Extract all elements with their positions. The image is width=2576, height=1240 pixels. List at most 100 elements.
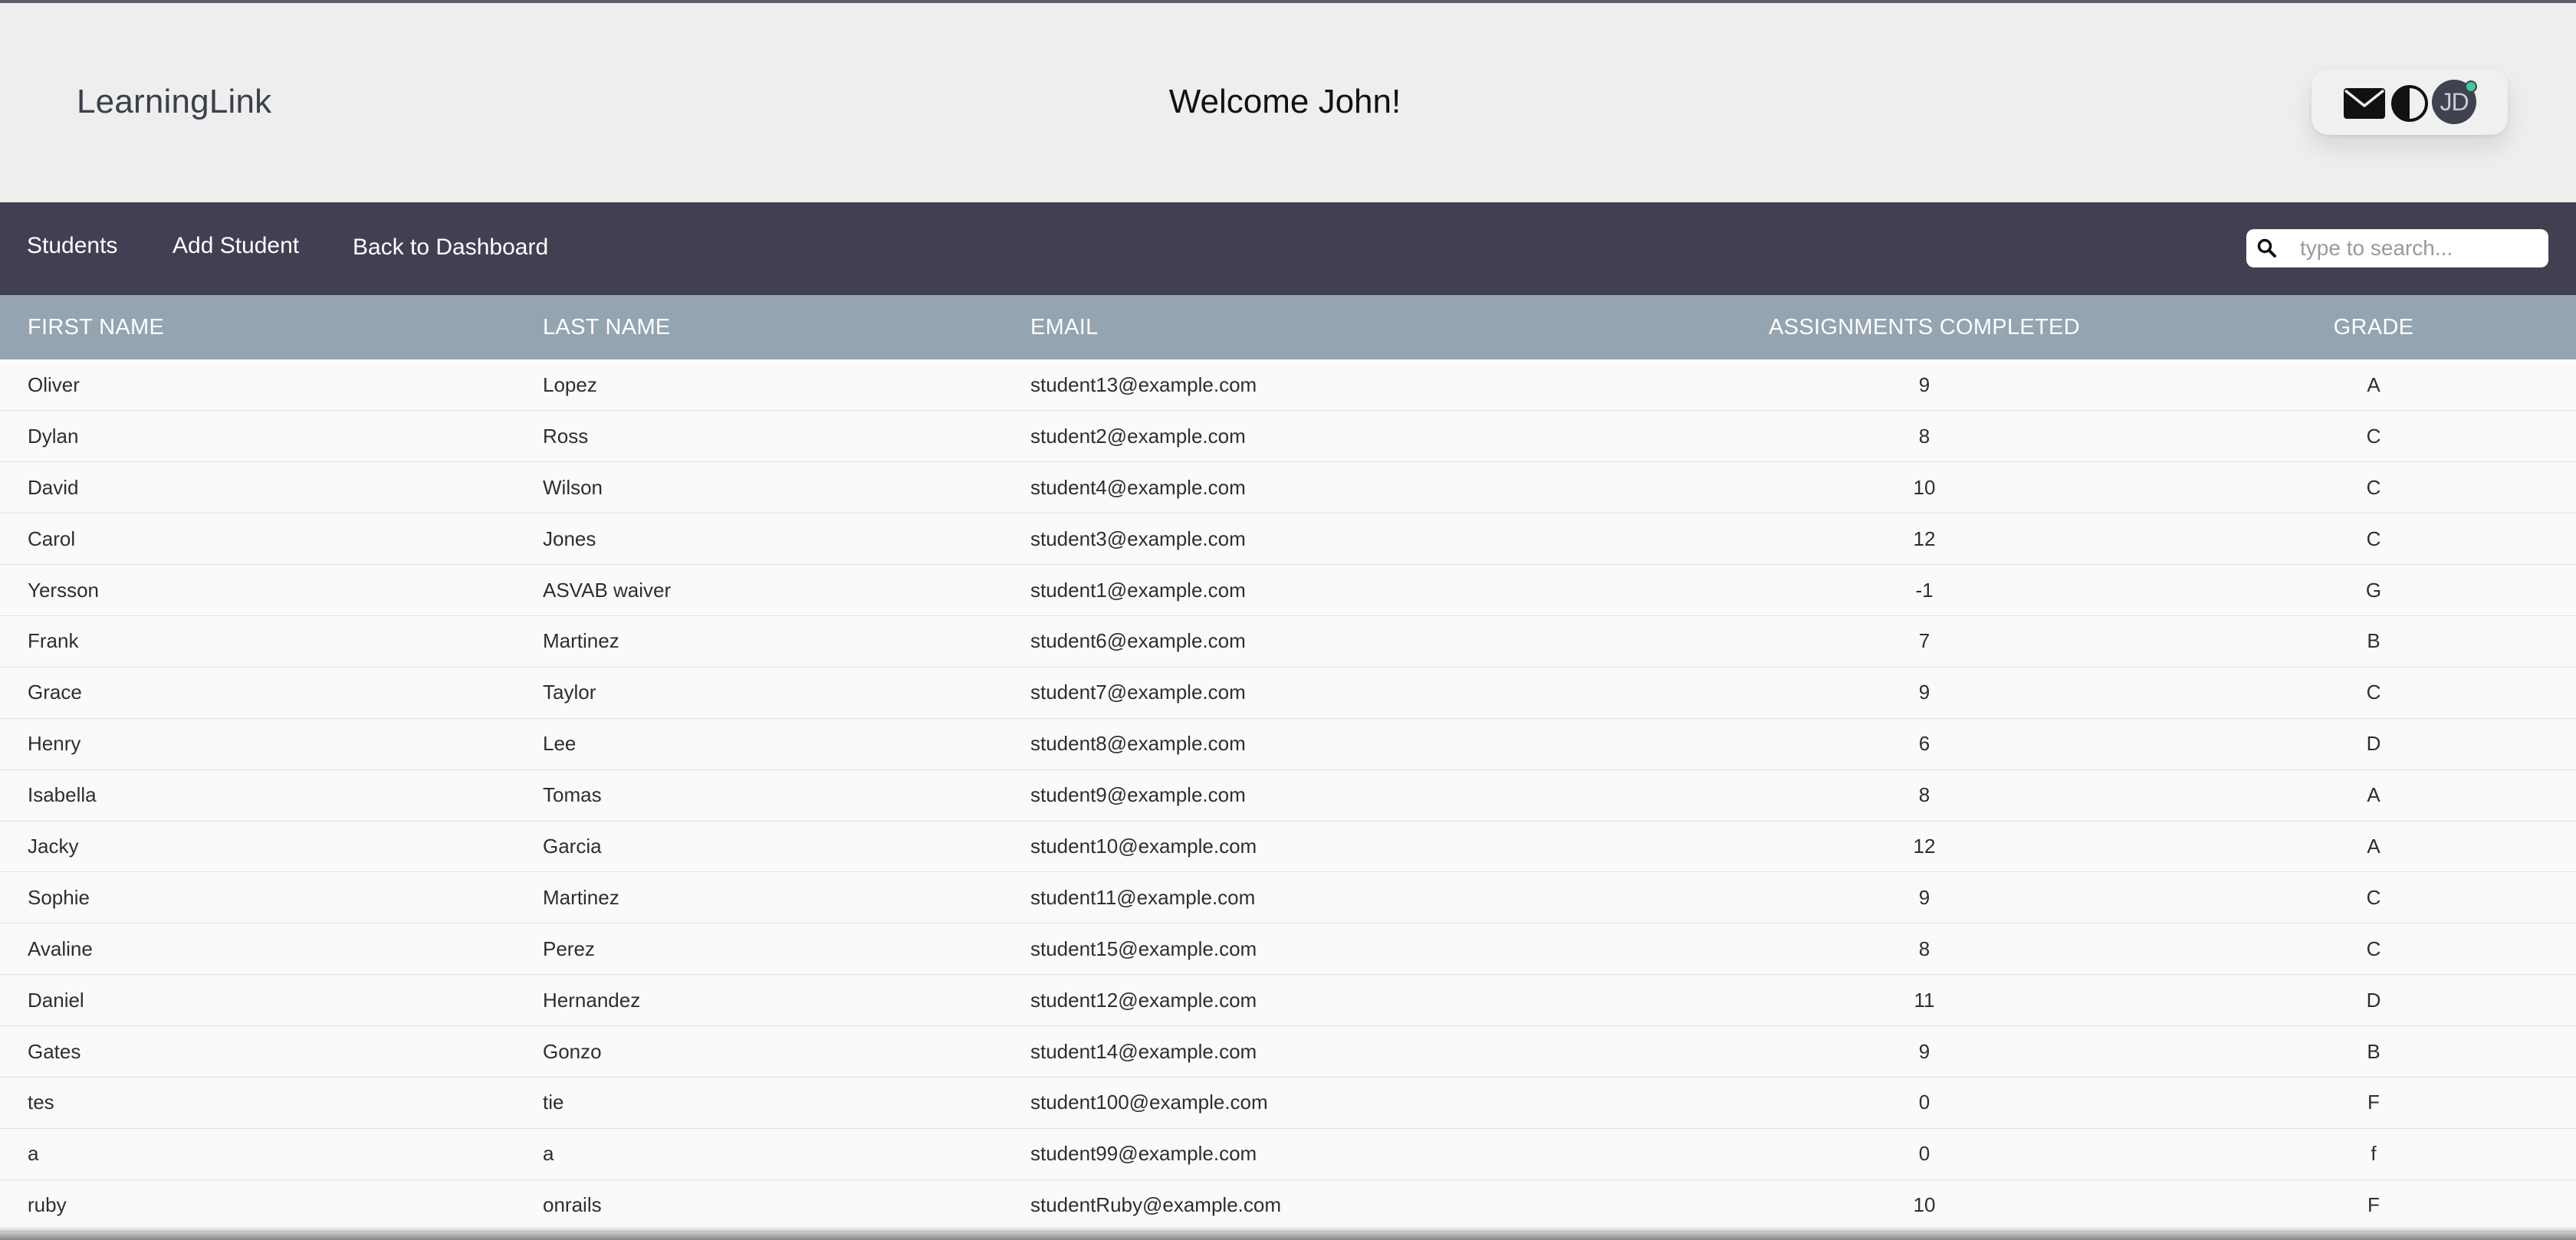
table-header-row: FIRST NAME LAST NAME EMAIL ASSIGNMENTS C… (0, 295, 2576, 359)
cell-last-name: Martinez (543, 885, 619, 909)
cell-first-name: Dylan (28, 424, 79, 448)
app-header: LearningLink Welcome John! (0, 3, 2576, 202)
column-header-first-name[interactable]: FIRST NAME (0, 295, 515, 359)
table-row[interactable]: Dylan Ross student2@example.com 8 C (0, 410, 2576, 462)
cell-assignments-completed: 10 (1913, 475, 1936, 499)
cell-first-name: Henry (28, 732, 81, 756)
cell-email: student10@example.com (1030, 834, 1257, 858)
table-row[interactable]: Carol Jones student3@example.com 12 C (0, 513, 2576, 565)
nav-add-student-link[interactable]: Add Student (172, 233, 299, 259)
cell-assignments-completed: 11 (1914, 988, 1935, 1012)
cell-email: student6@example.com (1030, 629, 1246, 653)
table-row[interactable]: Sophie Martinez student11@example.com 9 C (0, 871, 2576, 923)
cell-assignments-completed: 0 (1918, 1091, 1930, 1114)
nav-students-link[interactable]: Students (27, 233, 117, 259)
online-status-indicator (2465, 80, 2477, 93)
students-table-container: FIRST NAME LAST NAME EMAIL ASSIGNMENTS C… (0, 295, 2576, 1232)
cell-grade: C (2366, 424, 2381, 448)
cell-last-name: Hernandez (543, 988, 641, 1012)
cell-email: student13@example.com (1030, 372, 1257, 396)
column-header-last-name[interactable]: LAST NAME (515, 295, 1003, 359)
table-row[interactable]: Jacky Garcia student10@example.com 12 A (0, 821, 2576, 872)
column-header-grade[interactable]: GRADE (2256, 295, 2576, 359)
search-input[interactable] (2300, 235, 2538, 262)
cell-grade: B (2367, 1039, 2380, 1063)
cell-first-name: Yersson (28, 578, 99, 602)
column-header-assignments-completed[interactable]: ASSIGNMENTS COMPLETED (1593, 295, 2256, 359)
cell-email: student14@example.com (1030, 1039, 1257, 1063)
cell-first-name: Grace (28, 681, 82, 704)
cell-assignments-completed: 8 (1918, 937, 1930, 960)
cell-first-name: a (28, 1142, 39, 1166)
cell-assignments-completed: 9 (1918, 372, 1930, 396)
cell-first-name: Sophie (28, 885, 90, 909)
bottom-edge-shadow (0, 1226, 2576, 1240)
table-row[interactable]: ruby onrails studentRuby@example.com 10 F (0, 1179, 2576, 1232)
cell-grade: A (2367, 783, 2380, 807)
cell-first-name: Carol (28, 527, 76, 550)
cell-grade: D (2366, 988, 2381, 1012)
cell-grade: G (2365, 578, 2382, 602)
cell-last-name: Tomas (543, 783, 602, 807)
cell-grade: F (2367, 1193, 2380, 1217)
cell-grade: C (2366, 475, 2381, 499)
contrast-icon[interactable] (2390, 84, 2429, 123)
table-row[interactable]: Gates Gonzo student14@example.com 9 B (0, 1025, 2576, 1078)
table-row[interactable]: Yersson ASVAB waiver student1@example.com -… (0, 564, 2576, 616)
cell-first-name: Daniel (28, 988, 84, 1012)
cell-grade: B (2367, 629, 2380, 653)
cell-last-name: Taylor (543, 681, 596, 704)
cell-last-name: a (543, 1142, 554, 1166)
cell-last-name: ASVAB waiver (543, 578, 672, 602)
table-row[interactable]: Oliver Lopez student13@example.com 9 A (0, 359, 2576, 411)
cell-email: student8@example.com (1030, 732, 1246, 756)
cell-grade: A (2367, 834, 2380, 858)
table-row[interactable]: a a student99@example.com 0 f (0, 1128, 2576, 1180)
cell-first-name: Frank (28, 629, 79, 653)
cell-last-name: Ross (543, 424, 589, 448)
navigation-bar: Students Add Student Back to Dashboard (0, 202, 2576, 295)
cell-assignments-completed: 12 (1913, 527, 1936, 550)
students-table: FIRST NAME LAST NAME EMAIL ASSIGNMENTS C… (0, 295, 2576, 1232)
table-row[interactable]: Daniel Hernandez student12@example.com 11 D (0, 974, 2576, 1026)
cell-last-name: Martinez (543, 629, 619, 653)
cell-assignments-completed: 10 (1913, 1193, 1936, 1217)
cell-last-name: Gonzo (543, 1039, 602, 1063)
table-row[interactable]: tes tie student100@example.com 0 F (0, 1077, 2576, 1129)
cell-email: student11@example.com (1030, 885, 1256, 909)
cell-email: student99@example.com (1030, 1142, 1257, 1166)
cell-first-name: Avaline (28, 937, 93, 960)
cell-grade: F (2367, 1091, 2380, 1114)
search-box[interactable] (2246, 229, 2548, 267)
cell-grade: A (2367, 372, 2380, 396)
cell-grade: C (2366, 885, 2381, 909)
cell-assignments-completed: 9 (1918, 885, 1930, 909)
nav-back-to-dashboard-link[interactable]: Back to Dashboard (353, 235, 548, 261)
cell-email: studentRuby@example.com (1030, 1193, 1281, 1217)
table-row[interactable]: Avaline Perez student15@example.com 8 C (0, 923, 2576, 975)
table-row[interactable]: Isabella Tomas student9@example.com 8 A (0, 769, 2576, 822)
table-row[interactable]: David Wilson student4@example.com 10 C (0, 461, 2576, 513)
cell-assignments-completed: 8 (1918, 424, 1930, 448)
cell-email: student1@example.com (1030, 578, 1246, 602)
cell-email: student7@example.com (1030, 681, 1246, 704)
cell-grade: C (2366, 937, 2381, 960)
cell-email: student100@example.com (1030, 1091, 1268, 1114)
cell-first-name: Oliver (28, 372, 80, 396)
mail-icon[interactable] (2343, 87, 2386, 120)
cell-last-name: Jones (543, 527, 596, 550)
cell-last-name: Garcia (543, 834, 602, 858)
cell-first-name: David (28, 475, 79, 499)
cell-assignments-completed: 9 (1918, 681, 1930, 704)
cell-assignments-completed: 7 (1918, 629, 1930, 653)
table-row[interactable]: Grace Taylor student7@example.com 9 C (0, 667, 2576, 719)
table-row[interactable]: Frank Martinez student6@example.com 7 B (0, 615, 2576, 668)
table-body: Oliver Lopez student13@example.com 9 A Dylan R… (0, 359, 2576, 1232)
cell-email: student9@example.com (1030, 783, 1246, 807)
cell-email: student15@example.com (1030, 937, 1257, 960)
cell-email: student12@example.com (1030, 988, 1257, 1012)
cell-last-name: Lopez (543, 372, 597, 396)
cell-first-name: Jacky (28, 834, 79, 858)
column-header-email[interactable]: EMAIL (1003, 295, 1593, 359)
table-row[interactable]: Henry Lee student8@example.com 6 D (0, 718, 2576, 770)
